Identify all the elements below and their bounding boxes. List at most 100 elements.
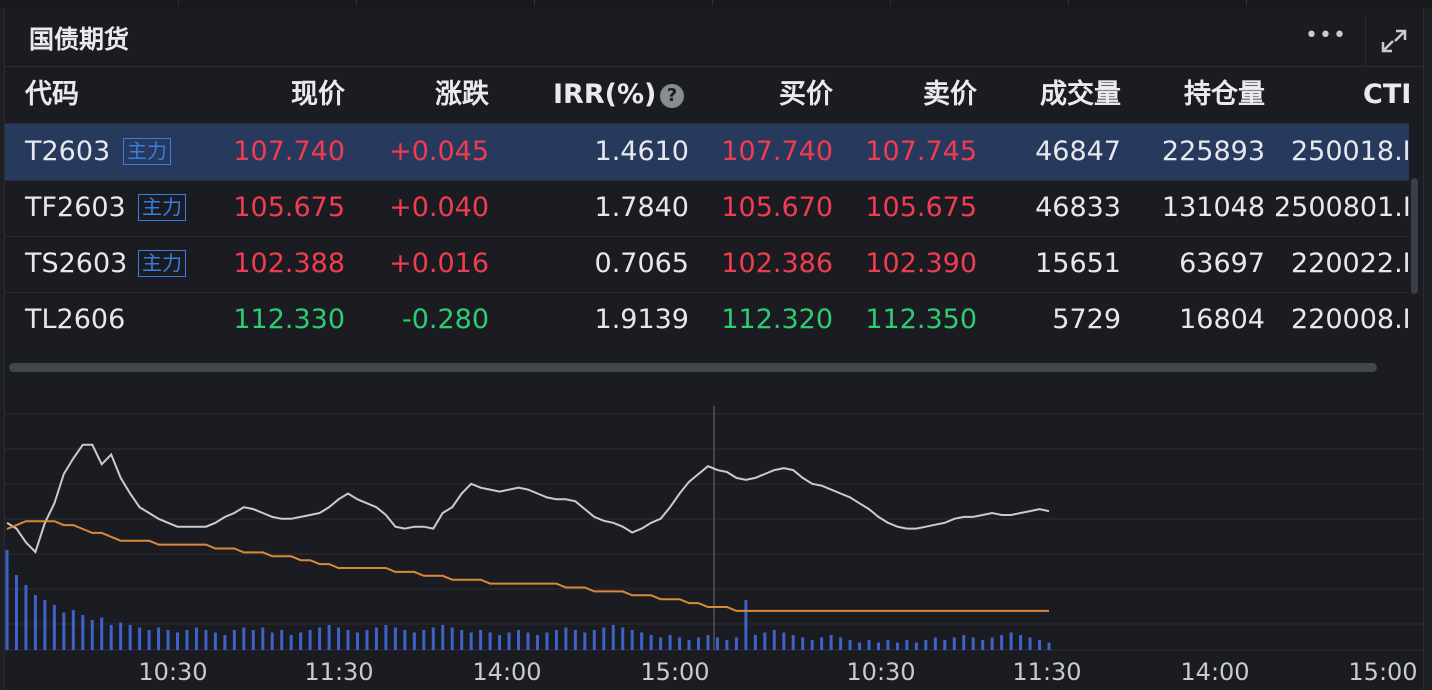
volume-bar (14, 575, 18, 650)
volume-bar (479, 630, 483, 650)
volume-bar (488, 632, 492, 650)
volume-bar (1019, 635, 1023, 650)
volume-bar (327, 625, 331, 650)
volume-bar (185, 630, 189, 650)
price-change: +0.045 (389, 136, 489, 167)
volume-value: 5729 (1052, 304, 1121, 335)
volume-bar (100, 617, 104, 650)
table-row[interactable]: TF2603 主力 105.675 +0.040 1.7840 105.670 … (5, 180, 1409, 237)
more-options-button[interactable]: ••• (1305, 18, 1346, 56)
col-volume[interactable]: 成交量 (1005, 67, 1121, 123)
col-bid[interactable]: 买价 (733, 67, 833, 123)
col-ask[interactable]: 卖价 (877, 67, 977, 123)
bid-price: 105.670 (721, 192, 833, 223)
average-line (6, 520, 1049, 612)
volume-bar (895, 642, 899, 650)
volume-bar (81, 615, 85, 650)
ctd-bond: 2500801.II (1274, 192, 1409, 223)
volume-bar (829, 635, 833, 650)
volume-bar (810, 640, 814, 650)
volume-bar (450, 627, 454, 650)
table-row[interactable]: T2603 主力 107.740 +0.045 1.4610 107.740 1… (5, 124, 1409, 181)
col-price[interactable]: 现价 (245, 67, 345, 123)
contract-code: TS2603 (25, 248, 128, 279)
volume-bar (355, 632, 359, 650)
intraday-chart: 10:30 11:30 14:00 15:00 10:30 11:30 14:00 15:00 (5, 406, 1423, 686)
volume-bar (393, 627, 397, 650)
volume-bar (791, 635, 795, 650)
col-irr[interactable]: IRR(%) (553, 67, 656, 123)
volume-bar (384, 625, 388, 650)
volume-bar (602, 627, 606, 650)
table-row[interactable]: TS2603 主力 102.388 +0.016 0.7065 102.386 … (5, 236, 1409, 293)
volume-bar (583, 632, 587, 650)
expand-button[interactable] (1365, 16, 1422, 66)
volume-bar (687, 640, 691, 650)
volume-bar (924, 640, 928, 650)
volume-bar (867, 640, 871, 650)
ask-price: 107.745 (865, 136, 977, 167)
volume-bar (242, 627, 246, 650)
volume-bar (668, 635, 672, 650)
horizontal-scrollbar[interactable] (9, 363, 1377, 372)
volume-bar (697, 637, 701, 650)
col-open-interest[interactable]: 持仓量 (1149, 67, 1265, 123)
volume-bar (1038, 640, 1042, 650)
volume-bar (43, 600, 47, 650)
volume-bar (971, 637, 975, 650)
volume-bar (289, 635, 293, 650)
ctd-bond: 220008.II (1291, 304, 1409, 335)
volume-bar (62, 612, 66, 650)
volume-bar (659, 637, 663, 650)
volume-value: 15651 (1035, 248, 1121, 279)
volume-bar (1009, 632, 1013, 650)
volume-bar (952, 637, 956, 650)
volume-bar (526, 632, 530, 650)
volume-value: 46847 (1035, 136, 1121, 167)
main-contract-badge: 主力 (138, 250, 186, 277)
irr-value: 0.7065 (594, 248, 689, 279)
volume-bar (820, 637, 824, 650)
volume-bar (403, 630, 407, 650)
volume-bar (374, 627, 378, 650)
col-code[interactable]: 代码 (25, 67, 79, 123)
volume-bar (886, 640, 890, 650)
quotes-table: 代码 现价 涨跌 IRR(%) ? 买价 卖价 成交量 持仓量 CTD T260… (5, 67, 1409, 347)
volume-bar (261, 627, 265, 650)
table-header: 代码 现价 涨跌 IRR(%) ? 买价 卖价 成交量 持仓量 CTD (5, 67, 1409, 124)
volume-bar (772, 630, 776, 650)
volume-bar (138, 627, 142, 650)
volume-bar (365, 630, 369, 650)
volume-bar (848, 640, 852, 650)
vertical-scrollbar[interactable] (1411, 178, 1418, 294)
x-tick-label: 11:30 (1012, 658, 1081, 686)
volume-bar (573, 630, 577, 650)
volume-bar (270, 632, 274, 650)
ctd-bond: 250018.II (1291, 136, 1409, 167)
volume-bar (640, 632, 644, 650)
main-contract-badge: 主力 (123, 138, 171, 165)
open-interest-value: 16804 (1179, 304, 1265, 335)
irr-value: 1.7840 (594, 192, 689, 223)
contract-code: TF2603 (25, 192, 126, 223)
volume-value: 46833 (1035, 192, 1121, 223)
main-contract-badge: 主力 (138, 194, 186, 221)
open-interest-value: 225893 (1161, 136, 1265, 167)
volume-bar (914, 642, 918, 650)
table-row[interactable]: TL2606 112.330 -0.280 1.9139 112.320 112… (5, 292, 1409, 347)
volume-bar (763, 632, 767, 650)
irr-value: 1.9139 (594, 304, 689, 335)
volume-bar (933, 637, 937, 650)
price-change: +0.040 (389, 192, 489, 223)
volume-bar (981, 640, 985, 650)
volume-bar (1047, 642, 1051, 650)
volume-bar (5, 550, 9, 650)
contract-code: T2603 (25, 136, 111, 167)
volume-bar (592, 630, 596, 650)
volume-bar (507, 632, 511, 650)
volume-bar (1000, 635, 1004, 650)
col-ctd[interactable]: CTD (1363, 67, 1409, 123)
help-icon[interactable]: ? (660, 84, 684, 108)
volume-bar (535, 635, 539, 650)
col-change[interactable]: 涨跌 (389, 67, 489, 123)
